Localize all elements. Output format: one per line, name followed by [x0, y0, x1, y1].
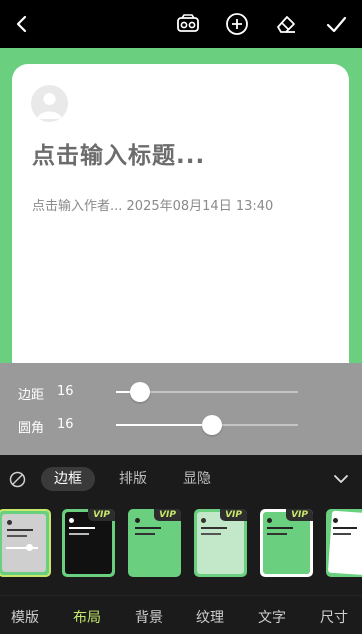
- slider-panel: 边距 16 圆角 16: [0, 363, 362, 455]
- segment-layout[interactable]: 排版: [106, 467, 160, 491]
- vr-glasses-icon[interactable]: [174, 10, 202, 38]
- nav-template[interactable]: 模版: [11, 607, 39, 627]
- style-thumbnail[interactable]: VIP: [260, 509, 313, 577]
- eraser-icon[interactable]: [272, 10, 300, 38]
- add-circle-icon[interactable]: [223, 10, 251, 38]
- radius-slider[interactable]: [116, 415, 298, 435]
- chevron-down-icon[interactable]: [332, 470, 350, 488]
- style-thumbnail[interactable]: VIP: [62, 509, 115, 577]
- segment-visibility[interactable]: 显隐: [170, 467, 224, 491]
- style-thumbnail[interactable]: [326, 509, 362, 577]
- segment-bar: 边框 排版 显隐: [0, 463, 362, 495]
- nav-background[interactable]: 背景: [135, 607, 163, 627]
- vip-badge: VIP: [286, 509, 313, 521]
- vip-badge: VIP: [154, 509, 181, 521]
- back-arrow-icon[interactable]: [8, 10, 36, 38]
- slider-label: 边距: [18, 388, 45, 403]
- nav-text[interactable]: 文字: [258, 607, 286, 627]
- slider-value: 16: [57, 417, 74, 432]
- style-thumbnail[interactable]: VIP: [194, 509, 247, 577]
- nav-layout[interactable]: 布局: [73, 607, 101, 627]
- slider-row-radius: 圆角 16: [0, 410, 362, 440]
- nav-size[interactable]: 尺寸: [320, 607, 348, 627]
- slider-knob[interactable]: [202, 415, 223, 435]
- style-thumbnails: VIP VIP VIP VIP: [0, 509, 362, 579]
- slider-row-margin: 边距 16: [0, 377, 362, 407]
- nav-texture[interactable]: 纹理: [196, 607, 224, 627]
- slider-knob[interactable]: [129, 382, 150, 402]
- style-panel: 边框 排版 显隐 VIP VIP VIP VIP 模版 布局 背景 纹理 文字 …: [0, 455, 362, 634]
- top-toolbar: [0, 0, 362, 48]
- segment-border[interactable]: 边框: [41, 467, 95, 491]
- avatar[interactable]: [31, 85, 68, 122]
- title-placeholder[interactable]: 点击输入标题...: [32, 136, 205, 170]
- style-thumbnail[interactable]: [0, 509, 51, 577]
- ban-icon[interactable]: [9, 471, 26, 488]
- slider-label: 圆角: [18, 421, 45, 436]
- slider-value: 16: [57, 384, 74, 399]
- style-thumbnail[interactable]: VIP: [128, 509, 181, 577]
- vip-badge: VIP: [88, 509, 115, 521]
- vip-badge: VIP: [220, 509, 247, 521]
- margin-slider[interactable]: [116, 382, 298, 402]
- checkmark-icon[interactable]: [322, 10, 350, 38]
- author-date-line[interactable]: 点击输入作者... 2025年08月14日 13:40: [32, 195, 273, 214]
- bottom-nav: 模版 布局 背景 纹理 文字 尺寸: [0, 595, 362, 634]
